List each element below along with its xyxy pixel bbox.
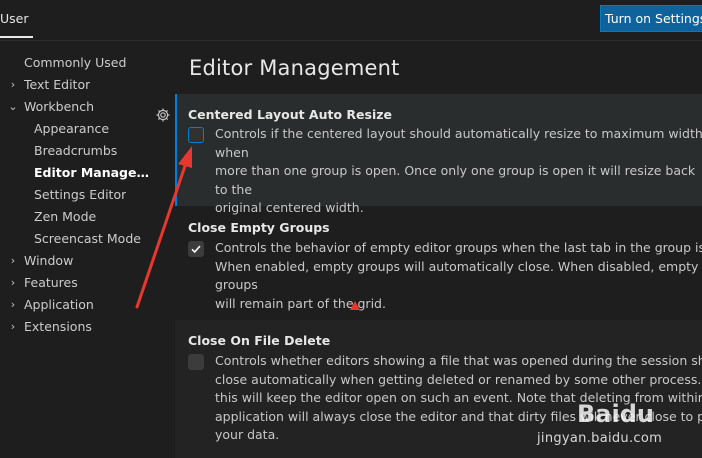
desc-line: more than one group is open. Once only o… xyxy=(215,163,696,197)
toc-item-text-editor[interactable]: Text Editor xyxy=(24,74,90,96)
centered-layout-auto-resize-checkbox[interactable] xyxy=(188,127,204,143)
setting-title: Centered Layout Auto Resize xyxy=(188,107,392,122)
setting-description: Controls the behavior of empty editor gr… xyxy=(215,239,702,313)
settings-toc-tree: Commonly Used › Text Editor ⌄ Workbench … xyxy=(0,52,174,458)
turn-on-settings-sync-button[interactable]: Turn on Settings xyxy=(600,5,702,32)
desc-line: close automatically when getting deleted… xyxy=(215,371,702,387)
toc-item-screencast-mode[interactable]: Screencast Mode xyxy=(34,228,141,250)
focus-indicator xyxy=(175,94,177,206)
toc-item-features[interactable]: Features xyxy=(24,272,78,294)
setting-description: Controls if the centered layout should a… xyxy=(215,125,702,218)
setting-title: Close On File Delete xyxy=(188,333,331,348)
chevron-right-icon[interactable]: › xyxy=(8,316,18,338)
settings-header-bar: User Turn on Settings xyxy=(0,0,702,41)
desc-line: will remain part of the grid. xyxy=(215,295,386,311)
chevron-right-icon[interactable]: › xyxy=(8,294,18,316)
desc-line: Controls if the centered layout should a… xyxy=(215,126,702,160)
toc-item-zen-mode[interactable]: Zen Mode xyxy=(34,206,96,228)
close-empty-groups-checkbox[interactable] xyxy=(188,241,204,257)
toc-item-window[interactable]: Window xyxy=(24,250,73,272)
toc-item-editor-management[interactable]: Editor Managem... xyxy=(34,162,154,184)
toc-item-breadcrumbs[interactable]: Breadcrumbs xyxy=(34,140,117,162)
chevron-right-icon[interactable]: › xyxy=(8,272,18,294)
page-title: Editor Management xyxy=(189,56,400,80)
watermark-url: jingyan.baidu.com xyxy=(537,431,663,446)
toc-item-appearance[interactable]: Appearance xyxy=(34,118,109,140)
desc-line: When enabled, empty groups will automati… xyxy=(215,258,699,293)
check-icon xyxy=(191,245,201,254)
baidu-logo: Baidu xyxy=(577,400,654,428)
close-on-file-delete-checkbox[interactable] xyxy=(188,354,204,370)
chevron-right-icon[interactable]: › xyxy=(8,250,18,272)
setting-close-empty-groups[interactable]: Close Empty Groups Controls the behavior… xyxy=(175,206,702,318)
setting-title: Close Empty Groups xyxy=(188,220,330,235)
toc-item-extensions[interactable]: Extensions xyxy=(24,316,92,338)
settings-window: User Turn on Settings Commonly Used › Te… xyxy=(0,0,702,458)
desc-line: Controls whether editors showing a file … xyxy=(215,353,702,368)
toc-item-commonly-used[interactable]: Commonly Used xyxy=(24,52,126,74)
chevron-down-icon[interactable]: ⌄ xyxy=(8,96,18,118)
toc-item-settings-editor[interactable]: Settings Editor xyxy=(34,184,126,206)
chevron-right-icon[interactable]: › xyxy=(8,74,18,96)
watermark: Baidu jingyan.baidu.com xyxy=(537,400,697,452)
gear-icon[interactable] xyxy=(155,107,171,123)
tab-user[interactable]: User xyxy=(0,0,33,38)
toc-item-application[interactable]: Application xyxy=(24,294,94,316)
setting-centered-layout-auto-resize[interactable]: Centered Layout Auto Resize Controls if … xyxy=(175,94,702,215)
toc-item-workbench[interactable]: Workbench xyxy=(24,96,94,118)
desc-line: Controls the behavior of empty editor gr… xyxy=(215,240,702,255)
